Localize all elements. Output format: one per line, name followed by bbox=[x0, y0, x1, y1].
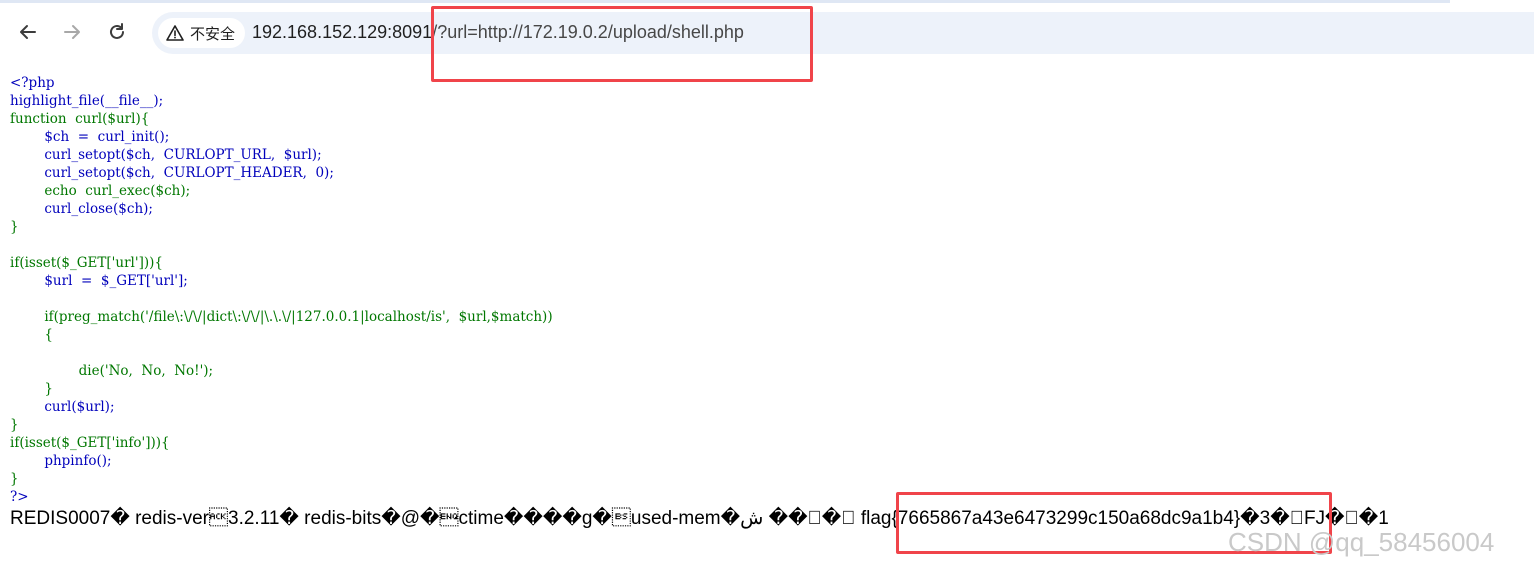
source-line: echo curl_exec($ch); bbox=[10, 183, 191, 199]
source-line: $url = $_GET['url']; bbox=[10, 273, 188, 289]
php-source: <?php highlight_file(__file__); function… bbox=[10, 74, 553, 506]
address-bar[interactable]: 不安全 192.168.152.129:8091/?url=http://172… bbox=[152, 12, 1534, 54]
watermark: CSDN @qq_58456004 bbox=[1228, 527, 1495, 557]
source-line: if(isset($_GET['info'])){ bbox=[10, 435, 170, 451]
arrow-right-icon bbox=[64, 25, 80, 39]
source-line: <?php bbox=[10, 75, 55, 91]
source-line: { bbox=[10, 327, 53, 343]
source-line: } bbox=[10, 471, 19, 487]
source-line: ?> bbox=[10, 489, 29, 505]
source-line: curl_close($ch); bbox=[10, 201, 153, 217]
source-line: } bbox=[10, 381, 53, 397]
source-line: function curl($url){ bbox=[10, 111, 150, 127]
source-line: if(preg_match('/file\:\/\/|dict\:\/\/|\.… bbox=[10, 309, 553, 325]
forward-button[interactable] bbox=[58, 18, 86, 46]
back-button[interactable] bbox=[14, 18, 42, 46]
url-highlight-box bbox=[431, 6, 813, 82]
source-line: highlight_file(__file__); bbox=[10, 93, 164, 109]
source-line: if(isset($_GET['url'])){ bbox=[10, 255, 163, 271]
security-label: 不安全 bbox=[190, 25, 236, 43]
source-line: curl($url); bbox=[10, 399, 115, 415]
source-line: } bbox=[10, 417, 19, 433]
source-line: } bbox=[10, 219, 19, 235]
warning-triangle-icon bbox=[166, 25, 184, 41]
source-line: phpinfo(); bbox=[10, 453, 112, 469]
source-line: curl_setopt($ch, CURLOPT_HEADER, 0); bbox=[10, 165, 334, 181]
url-host: 192.168.152.129:8091 bbox=[252, 22, 433, 42]
arrow-left-icon bbox=[20, 25, 36, 39]
redis-dump-prefix: REDIS0007� redis-ver3.2.11� redis-bits�… bbox=[10, 508, 861, 529]
security-chip[interactable]: 不安全 bbox=[158, 18, 246, 48]
source-line: curl_setopt($ch, CURLOPT_URL, $url); bbox=[10, 147, 322, 163]
source-line: $ch = curl_init(); bbox=[10, 129, 170, 145]
source-line: die('No, No, No!'); bbox=[10, 363, 214, 379]
reload-button[interactable] bbox=[103, 18, 131, 46]
reload-icon bbox=[110, 23, 124, 39]
tab-strip-edge bbox=[0, 0, 1450, 3]
